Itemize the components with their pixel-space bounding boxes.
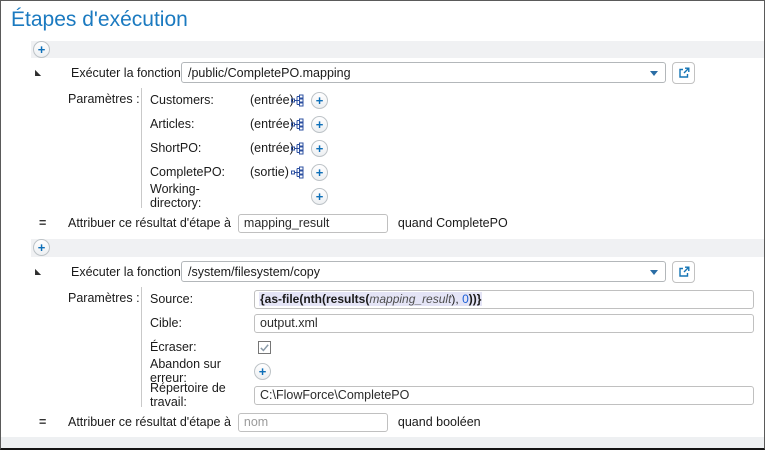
- parameter-name: CompletePO:: [150, 165, 250, 179]
- step-gutter-top: +: [31, 41, 764, 58]
- step-gutter-middle: +: [31, 239, 764, 257]
- source-expression-input[interactable]: {as-file(nth(results(mapping_result), 0)…: [254, 290, 754, 309]
- set-parameter-button[interactable]: +: [254, 363, 271, 380]
- checkmark-icon: [259, 342, 270, 353]
- parameter-row-articles: Articles: (entrée) +: [150, 112, 754, 136]
- parameter-row-abort-on-error: Abandon sur erreur: +: [150, 359, 754, 383]
- assign-result-row: = Attribuer ce résultat d'étape à quand …: [31, 409, 764, 435]
- parameter-direction: (sortie): [250, 165, 291, 179]
- overwrite-checkbox[interactable]: [258, 341, 271, 354]
- parameters-section: Paramètres : Source: {as-file(nth(result…: [31, 287, 764, 407]
- assign-condition: quand booléen: [398, 415, 481, 429]
- parameters-section: Paramètres : Customers: (entrée) + Artic…: [31, 88, 764, 208]
- equals-icon: =: [39, 216, 68, 230]
- function-path-combobox[interactable]: /system/filesystem/copy: [181, 261, 666, 282]
- parameter-row-overwrite: Écraser:: [150, 335, 754, 359]
- set-parameter-button[interactable]: +: [311, 188, 328, 205]
- assign-result-label: Attribuer ce résultat d'étape à: [68, 216, 231, 230]
- working-directory-input[interactable]: [254, 386, 754, 405]
- function-label: Exécuter la fonction: [71, 66, 181, 80]
- parameter-row-customers: Customers: (entrée) +: [150, 88, 754, 112]
- function-row: ◣ Exécuter la fonction /public/CompleteP…: [31, 61, 764, 84]
- function-path-value: /system/filesystem/copy: [188, 265, 320, 279]
- parameter-name: Working-directory:: [150, 182, 250, 210]
- parameter-name: Répertoire de travail:: [150, 381, 254, 409]
- target-input[interactable]: [254, 314, 754, 333]
- function-label: Exécuter la fonction: [71, 265, 181, 279]
- set-parameter-button[interactable]: +: [311, 116, 328, 133]
- chevron-down-icon: [650, 270, 658, 275]
- chevron-down-icon: [650, 71, 658, 76]
- parameter-name: Écraser:: [150, 340, 254, 354]
- result-name-input[interactable]: [238, 413, 388, 432]
- result-name-input[interactable]: [238, 214, 388, 233]
- parameter-name: Customers:: [150, 93, 250, 107]
- open-function-button[interactable]: [672, 62, 695, 84]
- tree-structure-icon: [291, 166, 304, 179]
- tree-structure-icon: [291, 118, 304, 131]
- parameter-rows: Customers: (entrée) + Articles: (entrée)…: [141, 88, 764, 208]
- open-function-button[interactable]: [672, 261, 695, 283]
- expression-text: {as-file(nth(results(mapping_result), 0)…: [259, 292, 482, 306]
- external-link-icon: [678, 266, 690, 278]
- parameter-name: Cible:: [150, 316, 254, 330]
- parameter-row-source: Source: {as-file(nth(results(mapping_res…: [150, 287, 754, 311]
- parameter-direction: (entrée): [250, 117, 291, 131]
- external-link-icon: [678, 67, 690, 79]
- parameters-label: Paramètres :: [68, 287, 141, 407]
- parameter-row-completepo: CompletePO: (sortie) +: [150, 160, 754, 184]
- collapse-triangle-icon[interactable]: ◣: [35, 267, 45, 277]
- execution-steps-area: + ◣ Exécuter la fonction /public/Complet…: [31, 41, 764, 438]
- parameter-direction: (entrée): [250, 93, 291, 107]
- parameter-row-working-dir: Répertoire de travail:: [150, 383, 754, 407]
- set-parameter-button[interactable]: +: [311, 140, 328, 157]
- window-bottom-edge: [1, 437, 764, 448]
- set-parameter-button[interactable]: +: [311, 92, 328, 109]
- add-step-button[interactable]: +: [33, 41, 50, 58]
- parameters-label: Paramètres :: [68, 88, 141, 208]
- execution-step-2: ◣ Exécuter la fonction /system/filesyste…: [31, 257, 764, 438]
- page-title: Étapes d'exécution: [11, 7, 764, 33]
- assign-result-row: = Attribuer ce résultat d'étape à quand …: [31, 210, 764, 236]
- function-path-value: /public/CompletePO.mapping: [188, 66, 351, 80]
- function-path-combobox[interactable]: /public/CompletePO.mapping: [181, 62, 666, 83]
- parameter-name: Articles:: [150, 117, 250, 131]
- function-row: ◣ Exécuter la fonction /system/filesyste…: [31, 260, 764, 283]
- parameter-row-working-directory: Working-directory: +: [150, 184, 754, 208]
- parameter-row-target: Cible:: [150, 311, 754, 335]
- collapse-triangle-icon[interactable]: ◣: [35, 68, 45, 78]
- parameter-direction: (entrée): [250, 141, 291, 155]
- equals-icon: =: [39, 415, 68, 429]
- execution-step-1: ◣ Exécuter la fonction /public/CompleteP…: [31, 58, 764, 239]
- set-parameter-button[interactable]: +: [311, 164, 328, 181]
- assign-condition: quand CompletePO: [398, 216, 508, 230]
- parameter-row-shortpo: ShortPO: (entrée) +: [150, 136, 754, 160]
- assign-result-label: Attribuer ce résultat d'étape à: [68, 415, 231, 429]
- add-step-button[interactable]: +: [33, 239, 50, 256]
- parameter-name: ShortPO:: [150, 141, 250, 155]
- parameter-rows: Source: {as-file(nth(results(mapping_res…: [141, 287, 764, 407]
- parameter-name: Source:: [150, 292, 254, 306]
- tree-structure-icon: [291, 94, 304, 107]
- tree-structure-icon: [291, 142, 304, 155]
